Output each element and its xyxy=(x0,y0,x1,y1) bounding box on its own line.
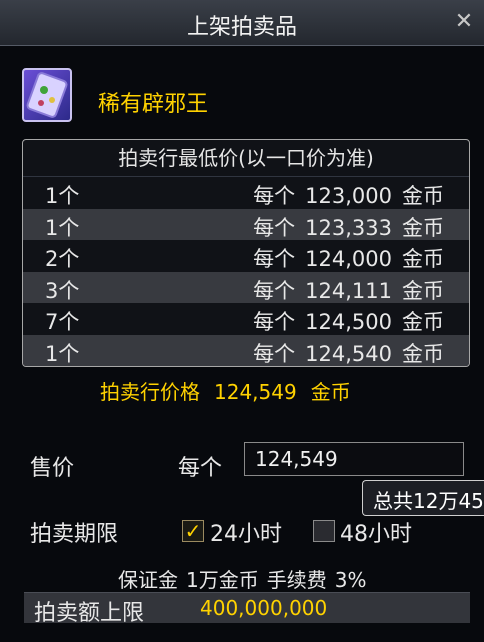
row-price: 123,000 xyxy=(305,184,392,208)
market-price-label: 拍卖行价格 xyxy=(100,380,200,404)
market-price-value: 124,549 xyxy=(214,380,297,404)
title-bar: 上架拍卖品 ✕ xyxy=(0,0,484,46)
fee-label: 手续费 xyxy=(266,568,327,592)
row-currency: 金币 xyxy=(402,184,444,208)
item-name: 稀有辟邪王 xyxy=(98,92,209,117)
row-each-label: 每个 xyxy=(253,184,296,208)
market-price: 拍卖行价格 124,549 金币 xyxy=(100,376,365,405)
price-input[interactable]: 124,549 xyxy=(244,442,464,476)
fee-rate: 3% xyxy=(334,568,367,592)
row-price: 123,333 xyxy=(305,215,392,240)
table-row[interactable]: 3个 每个 124,111 金币 xyxy=(23,271,469,303)
table-row[interactable]: 1个 每个 123,000 金币 xyxy=(23,177,469,209)
row-each-label: 每个 xyxy=(253,310,296,334)
each-label: 每个 xyxy=(178,456,223,481)
amulet-icon[interactable] xyxy=(22,68,72,122)
row-quantity: 1个 xyxy=(45,215,80,240)
duration-48h-label[interactable]: 48小时 xyxy=(340,516,412,548)
table-row[interactable]: 7个 每个 124,500 金币 xyxy=(23,303,469,335)
table-row[interactable]: 2个 每个 124,000 金币 xyxy=(23,240,469,272)
duration-24h-checkbox[interactable]: ✓ xyxy=(182,520,204,542)
table-header: 拍卖行最低价(以一口价为准) xyxy=(23,140,469,177)
window-title: 上架拍卖品 xyxy=(186,15,297,40)
duration-24h-label[interactable]: 24小时 xyxy=(210,516,282,548)
row-currency: 金币 xyxy=(402,278,444,303)
row-each-label: 每个 xyxy=(253,215,296,240)
row-each-label: 每个 xyxy=(253,341,296,366)
row-quantity: 7个 xyxy=(45,310,80,334)
row-each-label: 每个 xyxy=(253,247,296,271)
row-currency: 金币 xyxy=(402,310,444,334)
row-currency: 金币 xyxy=(402,247,444,271)
duration-48h-checkbox[interactable] xyxy=(313,520,335,542)
row-price: 124,500 xyxy=(305,310,392,334)
limit-label: 拍卖额上限 xyxy=(34,601,145,626)
auction-limit-bar: 拍卖额上限 400,000,000 xyxy=(24,592,470,626)
deposit-fee-info: 保证金 1万金币 手续费 3% xyxy=(118,564,374,593)
row-price: 124,111 xyxy=(305,278,392,303)
row-quantity: 1个 xyxy=(45,184,80,208)
table-row[interactable]: 1个 每个 124,540 金币 xyxy=(23,334,469,366)
row-currency: 金币 xyxy=(402,215,444,240)
total-tooltip: 总共12万45 xyxy=(362,480,484,516)
price-rows: 1个 每个 123,000 金币 1个 每个 123,333 金币 2个 每个 124,0… xyxy=(23,177,469,366)
row-quantity: 2个 xyxy=(45,247,80,271)
row-price: 124,000 xyxy=(305,247,392,271)
deposit-label: 保证金 xyxy=(118,568,178,592)
row-currency: 金币 xyxy=(402,341,444,366)
lowest-price-table: 拍卖行最低价(以一口价为准) 1个 每个 123,000 金币 1个 每个 123,3… xyxy=(22,139,470,367)
close-icon[interactable]: ✕ xyxy=(452,10,476,34)
deposit-amount: 1万金币 xyxy=(186,568,259,592)
row-quantity: 3个 xyxy=(45,278,80,303)
market-price-currency: 金币 xyxy=(310,380,351,404)
limit-value: 400,000,000 xyxy=(200,596,328,620)
duration-label: 拍卖期限 xyxy=(30,522,119,547)
sell-price-label: 售价 xyxy=(30,456,75,481)
row-each-label: 每个 xyxy=(253,278,296,303)
table-row[interactable]: 1个 每个 123,333 金币 xyxy=(23,208,469,240)
row-quantity: 1个 xyxy=(45,341,80,366)
row-price: 124,540 xyxy=(305,341,392,366)
